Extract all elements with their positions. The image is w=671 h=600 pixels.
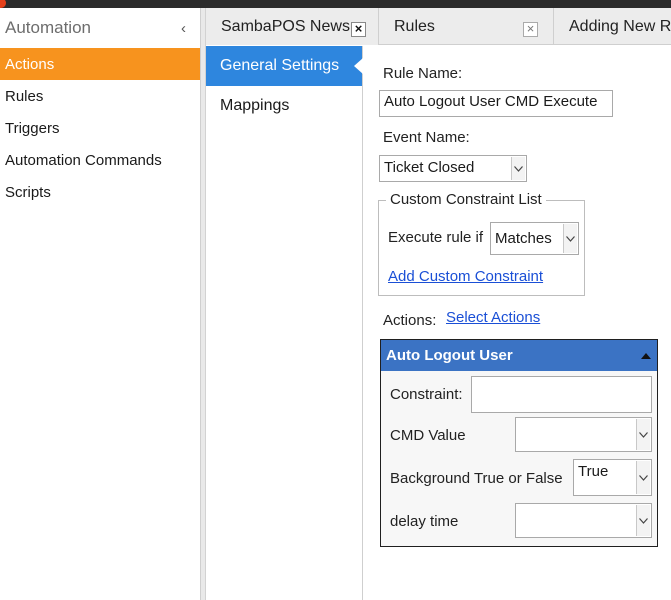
collapse-icon[interactable] [641,352,651,359]
constraint-label: Constraint: [390,386,463,403]
chevron-down-icon [563,224,577,253]
sidebar-item-scripts[interactable]: Scripts [0,176,200,208]
sidebar-item-label: Rules [5,87,44,105]
sidebar-item-actions[interactable]: Actions [0,48,200,80]
window-top-bar [0,0,671,8]
add-custom-constraint-link[interactable]: Add Custom Constraint [388,268,543,285]
sidebar-item-triggers[interactable]: Triggers [0,112,200,144]
constraint-input[interactable] [471,376,652,413]
sidebar-item-label: Scripts [5,183,51,201]
event-name-label: Event Name: [383,129,470,146]
rule-name-value: Auto Logout User CMD Execute [384,93,598,110]
app-icon [0,0,6,8]
chevron-left-icon[interactable]: ‹ [181,20,186,37]
custom-constraint-title: Custom Constraint List [386,191,546,208]
action-header[interactable]: Auto Logout User [381,340,657,371]
chevron-down-icon [636,419,650,450]
action-panel: Auto Logout User Constraint: CMD Value B… [380,339,658,547]
tab-label: Adding New R [569,17,671,35]
sidebar-header[interactable]: Automation ‹ [0,8,200,48]
action-title: Auto Logout User [386,347,513,364]
sidebar-item-automation-commands[interactable]: Automation Commands [0,144,200,176]
nav-item-label: General Settings [220,57,340,74]
tab-label: SambaPOS News [221,17,350,35]
delay-time-select[interactable] [515,503,652,538]
action-parameters: Constraint: CMD Value Background True or… [381,371,657,547]
actions-label: Actions: [383,312,437,329]
delay-time-label: delay time [390,513,459,530]
sidebar-item-label: Actions [5,55,55,73]
tab-rules[interactable]: Rules × [379,8,554,45]
tab-label: Rules [394,17,435,35]
rule-name-input[interactable]: Auto Logout User CMD Execute [379,90,613,117]
select-actions-link[interactable]: Select Actions [446,309,540,326]
sidebar-item-label: Triggers [5,119,60,137]
tab-sambapos-news[interactable]: SambaPOS News × [206,8,379,45]
rule-name-label: Rule Name: [383,65,463,82]
custom-constraint-group: Custom Constraint List Execute rule if M… [378,191,585,296]
background-label: Background True or False [390,470,563,487]
event-name-value: Ticket Closed [384,159,475,176]
close-icon[interactable]: × [351,22,366,37]
cmd-value-select[interactable] [515,417,652,452]
execute-rule-value: Matches [495,230,552,247]
close-icon[interactable]: × [523,22,538,37]
chevron-down-icon [636,461,650,494]
chevron-down-icon [636,505,650,536]
sidebar-item-rules[interactable]: Rules [0,80,200,112]
nav-general-settings[interactable]: General Settings [206,46,363,86]
tab-bar: SambaPOS News × Rules × Adding New R [206,8,671,45]
execute-rule-select[interactable]: Matches [490,222,579,255]
sidebar: Automation ‹ Actions Rules Triggers Auto… [0,8,201,600]
cmd-value-label: CMD Value [390,427,466,444]
execute-rule-label: Execute rule if [388,229,484,246]
event-name-select[interactable]: Ticket Closed [379,155,527,182]
background-select[interactable]: True [573,459,652,496]
nav-mappings[interactable]: Mappings [206,86,362,126]
nav-item-label: Mappings [220,97,290,114]
sidebar-title: Automation [5,18,91,37]
chevron-down-icon [511,157,525,180]
settings-nav: General Settings Mappings [206,46,363,600]
sidebar-item-label: Automation Commands [5,151,162,169]
rule-editor: Rule Name: Auto Logout User CMD Execute … [364,46,671,600]
tab-adding-new-rule[interactable]: Adding New R [554,8,671,45]
background-value: True [578,463,609,480]
